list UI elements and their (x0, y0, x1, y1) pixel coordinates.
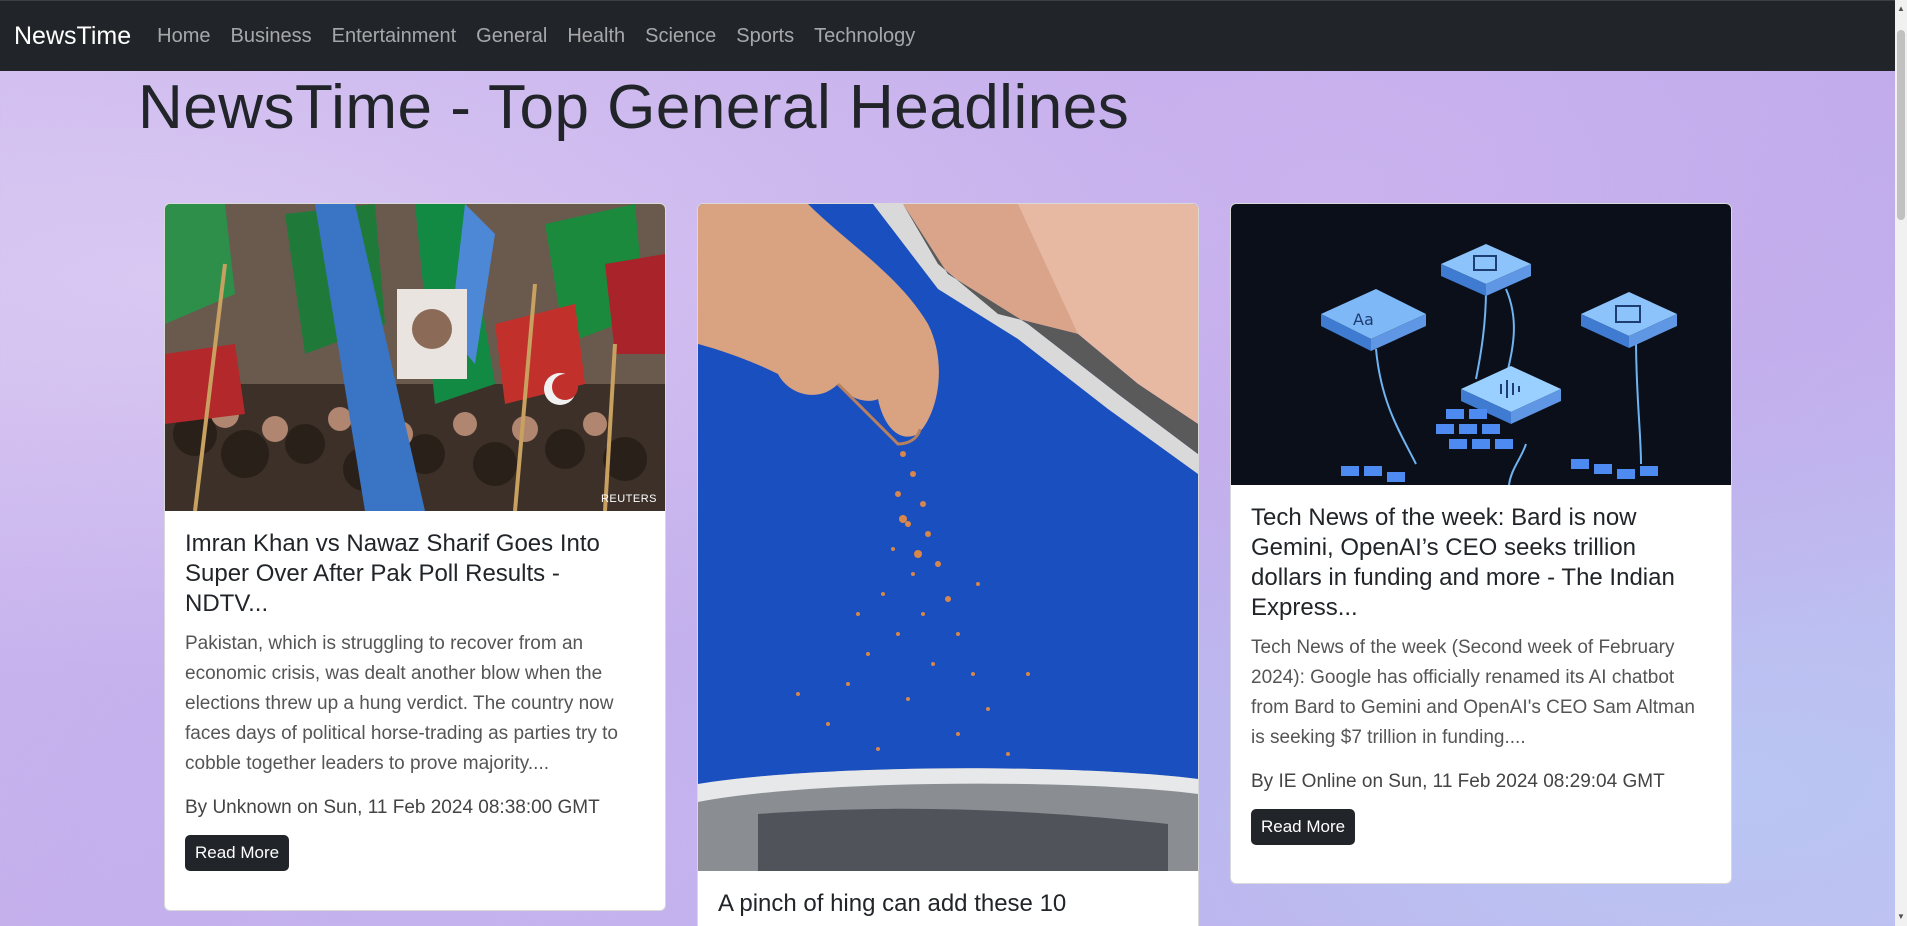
nav-link-general[interactable]: General (476, 25, 547, 48)
svg-text:Aa: Aa (1353, 310, 1374, 329)
read-more-button[interactable]: Read More (1251, 809, 1356, 845)
news-card-body: Tech News of the week: Bard is now Gemin… (1231, 485, 1731, 865)
news-card-title: Tech News of the week: Bard is now Gemin… (1251, 504, 1675, 621)
news-card-meta: By Unknown on Sun, 11 Feb 2024 08:38:00 … (185, 797, 600, 818)
nav-link-business[interactable]: Business (231, 25, 312, 48)
nav-link-science[interactable]: Science (645, 25, 716, 48)
nav-link-technology[interactable]: Technology (814, 25, 915, 48)
brand-link[interactable]: NewsTime (14, 22, 131, 51)
news-card-image: REUTERS (165, 204, 665, 511)
nav-link-home[interactable]: Home (157, 25, 210, 48)
scroll-thumb[interactable] (1897, 30, 1905, 220)
news-card-description: Pakistan, which is struggling to recover… (185, 633, 618, 774)
image-credit: REUTERS (600, 493, 657, 505)
nav-links: Home Business Entertainment General Heal… (147, 25, 925, 48)
navbar: NewsTime Home Business Entertainment Gen… (0, 0, 1895, 71)
nav-link-sports[interactable]: Sports (736, 25, 794, 48)
news-card: A pinch of hing can add these 10 (697, 203, 1199, 926)
page-title: NewsTime - Top General Headlines (138, 73, 1130, 142)
news-card-image (698, 204, 1198, 871)
news-card: Aa Tech News of the week: Bard is now Ge… (1230, 203, 1732, 884)
nav-link-entertainment[interactable]: Entertainment (332, 25, 457, 48)
scroll-down-icon[interactable]: ▼ (1895, 910, 1907, 924)
nav-link-health[interactable]: Health (567, 25, 625, 48)
news-card-description: Tech News of the week (Second week of Fe… (1251, 637, 1695, 748)
news-card-image: Aa (1231, 204, 1731, 485)
news-card-meta: By IE Online on Sun, 11 Feb 2024 08:29:0… (1251, 771, 1665, 792)
news-card-body: A pinch of hing can add these 10 (698, 871, 1198, 926)
page-scrollbar[interactable]: ▲ ▼ (1895, 0, 1907, 926)
news-card-title: Imran Khan vs Nawaz Sharif Goes Into Sup… (185, 530, 600, 617)
scroll-up-icon[interactable]: ▲ (1895, 2, 1907, 16)
read-more-button[interactable]: Read More (185, 835, 290, 871)
news-card-title: A pinch of hing can add these 10 (718, 890, 1067, 917)
news-card-body: Imran Khan vs Nawaz Sharif Goes Into Sup… (165, 511, 665, 891)
news-card: REUTERS Imran Khan vs Nawaz Sharif Goes … (164, 203, 666, 911)
